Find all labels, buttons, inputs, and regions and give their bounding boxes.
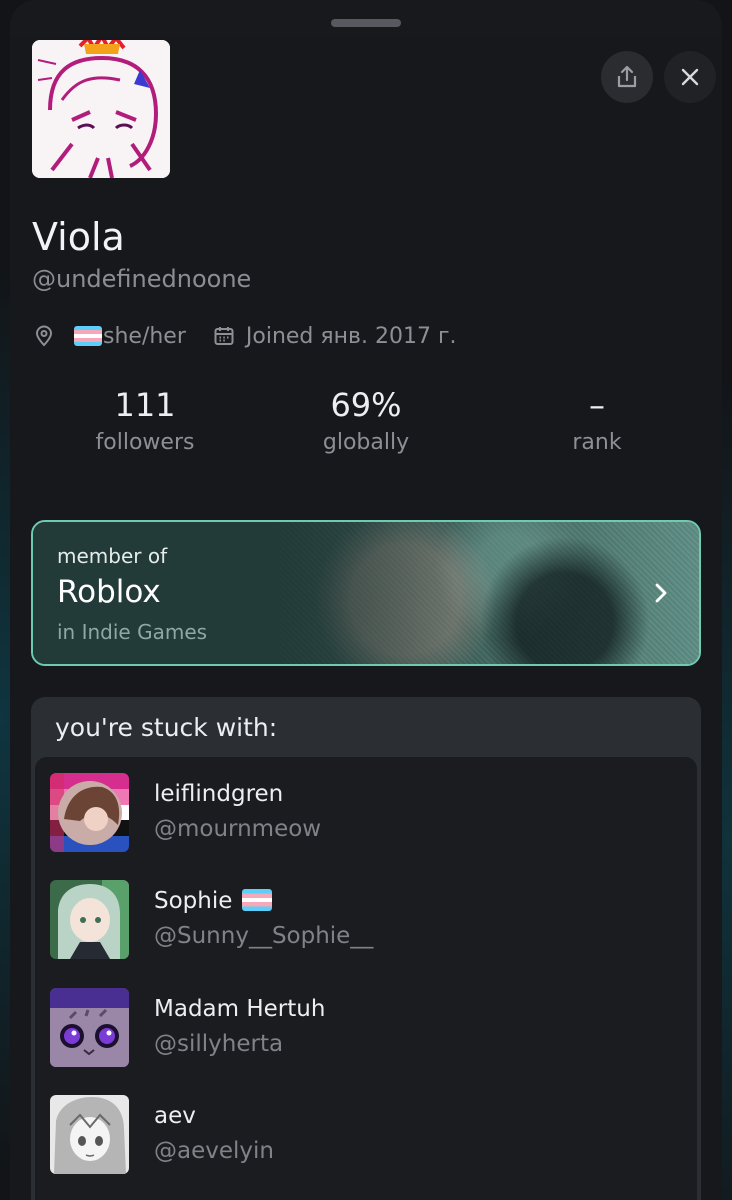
profile-avatar[interactable] bbox=[32, 40, 170, 178]
user-handle: @Sunny__Sophie__ bbox=[154, 923, 374, 949]
user-display-name: Madam Hertuh bbox=[154, 996, 326, 1022]
stat-value: 111 bbox=[114, 386, 176, 424]
profile-stats: 111 followers 69% globally – rank bbox=[20, 382, 712, 482]
stat-globally: 69% globally bbox=[251, 382, 481, 455]
user-list-item[interactable]: aev @aevelyin bbox=[35, 1079, 697, 1179]
membership-card[interactable]: member of Roblox in Indie Games bbox=[31, 520, 701, 666]
stat-rank: – rank bbox=[482, 382, 712, 455]
user-avatar bbox=[50, 773, 129, 852]
stuck-with-title: you're stuck with: bbox=[55, 713, 278, 742]
stat-followers[interactable]: 111 followers bbox=[30, 382, 260, 455]
stat-label: globally bbox=[322, 430, 410, 455]
user-list-item[interactable]: leiflindgren @mournmeow bbox=[35, 757, 697, 857]
user-list-item[interactable]: Madam Hertuh @sillyherta bbox=[35, 972, 697, 1072]
user-name-text: Sophie bbox=[154, 888, 233, 914]
profile-content: Viola @undefinednoone she/her Joined янв… bbox=[10, 37, 722, 1200]
stuck-with-panel: you're stuck with: leiflindgren @mournme… bbox=[31, 697, 701, 1200]
trans-flag-icon bbox=[242, 889, 273, 911]
profile-pronouns: she/her bbox=[103, 323, 186, 349]
profile-meta-row: she/her Joined янв. 2017 г. bbox=[32, 319, 457, 353]
profile-sheet: Viola @undefinednoone she/her Joined янв… bbox=[10, 0, 722, 1200]
profile-display-name: Viola bbox=[32, 215, 125, 259]
trans-flag-icon bbox=[74, 326, 102, 346]
close-icon bbox=[681, 68, 699, 86]
avatar-image bbox=[50, 1095, 129, 1174]
membership-group-name: Roblox bbox=[57, 574, 161, 610]
user-handle: @sillyherta bbox=[154, 1031, 284, 1057]
chevron-right-icon bbox=[655, 583, 667, 603]
profile-joined-date: Joined янв. 2017 г. bbox=[245, 323, 457, 349]
user-avatar bbox=[50, 880, 129, 959]
user-display-name: Sophie bbox=[154, 888, 273, 914]
avatar-image bbox=[50, 880, 129, 959]
user-handle: @mournmeow bbox=[154, 816, 322, 842]
stat-label: rank bbox=[572, 430, 622, 455]
membership-prefix: member of bbox=[57, 544, 168, 568]
avatar-drawing bbox=[32, 40, 170, 178]
share-button[interactable] bbox=[601, 51, 653, 103]
close-button[interactable] bbox=[664, 51, 716, 103]
stat-value: – bbox=[589, 386, 605, 424]
location-pin-icon bbox=[35, 325, 53, 347]
share-icon bbox=[617, 65, 637, 88]
user-handle: @aevelyin bbox=[154, 1138, 274, 1164]
avatar-image bbox=[50, 988, 129, 1067]
user-avatar bbox=[50, 988, 129, 1067]
stat-value: 69% bbox=[330, 386, 402, 424]
user-list-item[interactable]: Sophie @Sunny__Sophie__ bbox=[35, 864, 697, 964]
membership-category: in Indie Games bbox=[57, 620, 208, 644]
stuck-with-list: leiflindgren @mournmeow Sophie @Sunny__S… bbox=[35, 757, 697, 1200]
stat-label: followers bbox=[95, 430, 195, 455]
user-display-name: aev bbox=[154, 1103, 196, 1129]
calendar-icon bbox=[214, 327, 234, 345]
avatar-image bbox=[50, 773, 129, 852]
user-avatar bbox=[50, 1095, 129, 1174]
user-display-name: leiflindgren bbox=[154, 781, 284, 807]
sheet-grabber[interactable] bbox=[331, 19, 401, 27]
profile-handle: @undefinednoone bbox=[32, 265, 252, 293]
